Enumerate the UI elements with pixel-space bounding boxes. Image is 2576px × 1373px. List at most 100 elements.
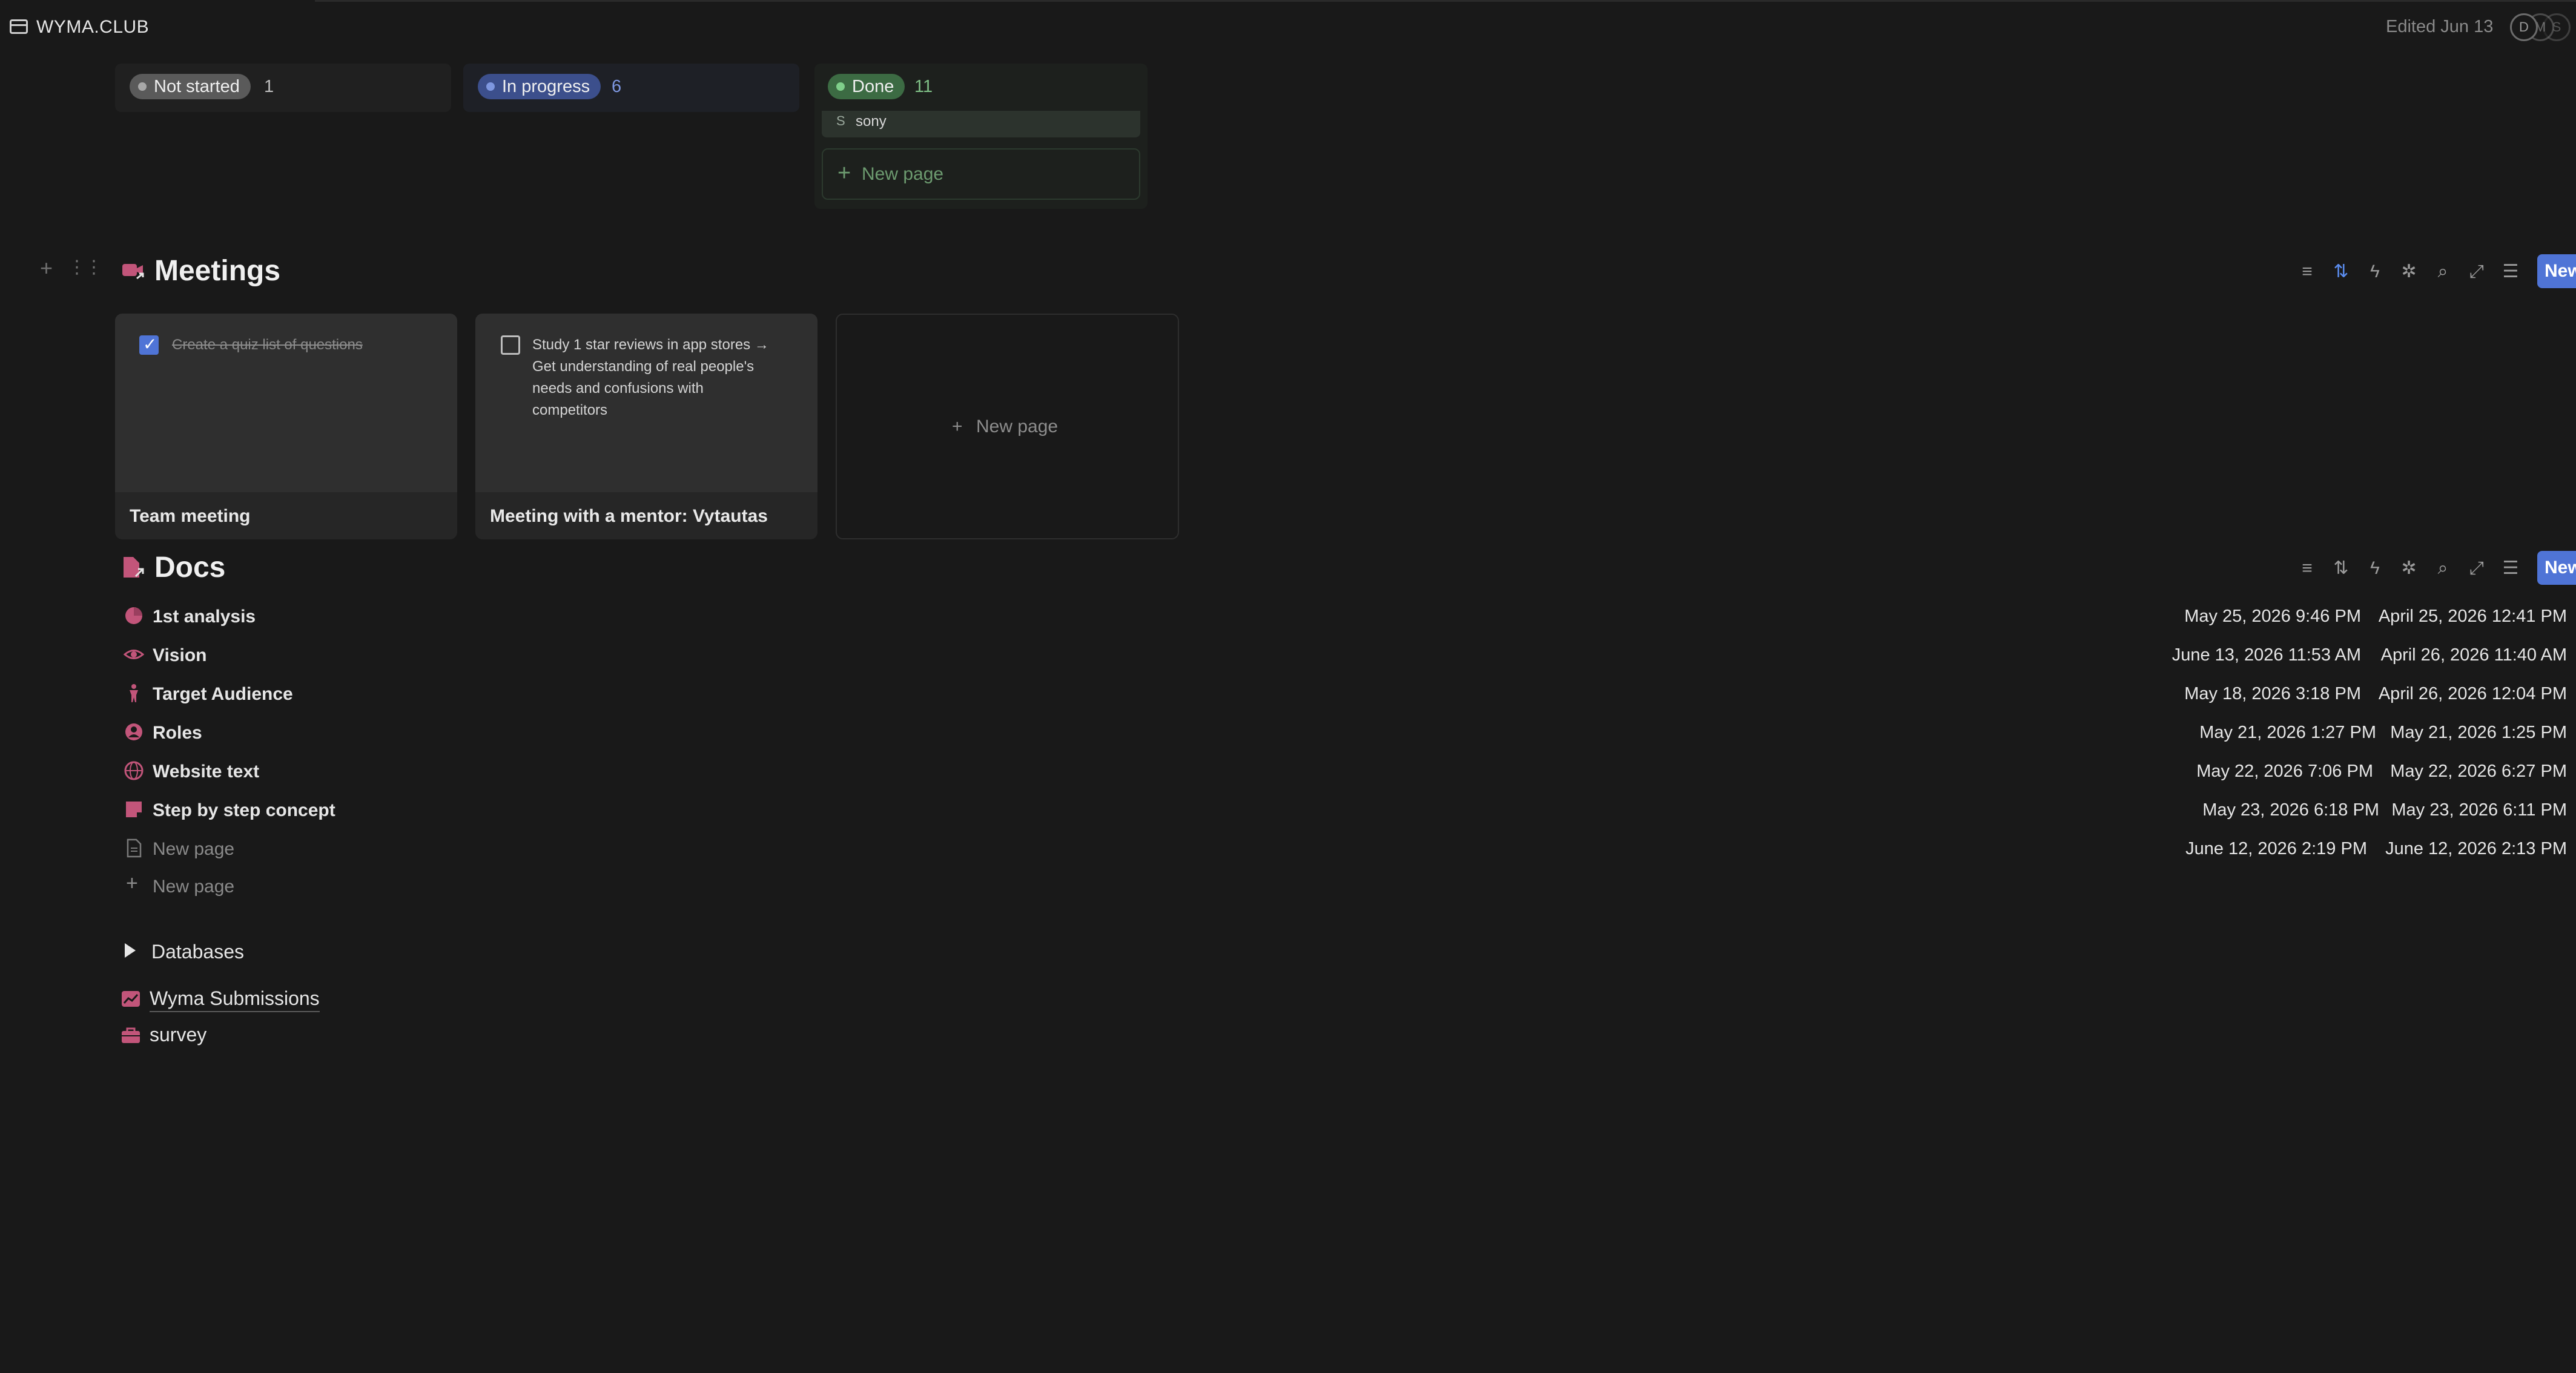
- add-new-label: New page: [153, 877, 235, 897]
- card-initial: S: [836, 113, 845, 128]
- status-pill[interactable]: In progress: [478, 74, 601, 99]
- avatar[interactable]: D: [2510, 13, 2538, 41]
- status-pill[interactable]: Not started: [130, 74, 251, 99]
- docs-toolbar: ≡ ⇅ ϟ ✲ ⌕ ⤢ ☰: [2295, 553, 2576, 584]
- checkmark-icon: ✓: [143, 335, 157, 354]
- expand-icon[interactable]: ⤢: [2465, 553, 2489, 584]
- globe-icon: [124, 761, 144, 780]
- row-created: May 23, 2026 6:11 PM: [2391, 800, 2567, 820]
- top-bar: WYMA.CLUB Edited Jun 13 D M S: [0, 0, 2576, 54]
- table-row[interactable]: Step by step concept May 23, 2026 6:18 P…: [121, 792, 2576, 828]
- page-link-label: survey: [150, 1024, 207, 1045]
- settings-icon[interactable]: ☰: [2498, 553, 2523, 584]
- row-edited: May 22, 2026 7:06 PM: [2196, 762, 2373, 781]
- add-new-row[interactable]: + New page: [121, 868, 2576, 904]
- table-row[interactable]: Website text May 22, 2026 7:06 PM May 22…: [121, 753, 2576, 789]
- table-row[interactable]: Target Audience May 18, 2026 3:18 PM Apr…: [121, 676, 2576, 712]
- card-title: Meeting with a mentor: Vytautas: [490, 506, 768, 526]
- gallery-card-mentor-meeting[interactable]: Study 1 star reviews in app stores → Get…: [475, 314, 817, 539]
- row-created: April 26, 2026 11:40 AM: [2380, 645, 2567, 665]
- row-title: Website text: [153, 762, 260, 782]
- row-edited: May 21, 2026 1:27 PM: [2199, 723, 2376, 742]
- plus-icon: +: [952, 417, 963, 436]
- page-link-label: Wyma Submissions: [150, 987, 320, 1012]
- edited-timestamp: Edited Jun 13: [2386, 17, 2494, 36]
- row-title: Target Audience: [153, 684, 293, 704]
- row-title: 1st analysis: [153, 607, 256, 627]
- status-count: 11: [914, 77, 933, 96]
- briefcase-icon: [122, 1027, 140, 1043]
- settings-icon[interactable]: ☰: [2498, 257, 2523, 287]
- video-camera-icon: [122, 264, 144, 280]
- filter-icon[interactable]: ≡: [2295, 257, 2319, 287]
- filter-icon[interactable]: ≡: [2295, 553, 2319, 584]
- board-column-in-progress: In progress 6: [463, 64, 799, 112]
- status-count: 1: [264, 77, 274, 96]
- person-icon: [130, 684, 138, 702]
- browser-window-icon: [10, 19, 28, 34]
- sparkle-icon[interactable]: ✲: [2397, 553, 2421, 584]
- search-icon[interactable]: ⌕: [2431, 257, 2455, 287]
- gallery-new-page[interactable]: + New page: [836, 314, 1179, 539]
- row-created: April 25, 2026 12:41 PM: [2378, 607, 2567, 626]
- sort-icon[interactable]: ⇅: [2329, 553, 2353, 584]
- checkbox-unchecked[interactable]: [501, 335, 520, 355]
- status-dot-icon: [836, 82, 845, 91]
- table-row[interactable]: Roles May 21, 2026 1:27 PM May 21, 2026 …: [121, 714, 2576, 751]
- sort-icon[interactable]: ⇅: [2329, 257, 2353, 287]
- card-title: sony: [856, 113, 887, 130]
- status-count: 6: [612, 77, 622, 96]
- todo-line: needs and confusions with: [532, 380, 704, 397]
- add-block-icon[interactable]: +: [40, 255, 53, 281]
- docs-new-button[interactable]: New: [2537, 551, 2576, 585]
- chart-icon: [122, 991, 140, 1007]
- meetings-title[interactable]: Meetings: [154, 254, 280, 288]
- docs-title[interactable]: Docs: [154, 551, 225, 584]
- status-dot-icon: [486, 82, 495, 91]
- todo-text: Study 1 star reviews in app stores → Get…: [532, 334, 769, 421]
- row-edited: May 25, 2026 9:46 PM: [2184, 607, 2361, 626]
- document-link-icon: [124, 557, 144, 578]
- board-card[interactable]: S sony: [822, 111, 1140, 137]
- status-pill[interactable]: Done: [828, 74, 905, 99]
- lightning-icon[interactable]: ϟ: [2363, 257, 2387, 287]
- row-created: May 22, 2026 6:27 PM: [2390, 762, 2567, 781]
- row-title: Step by step concept: [153, 800, 335, 820]
- new-page-label: New page: [976, 417, 1058, 436]
- row-edited: May 23, 2026 6:18 PM: [2202, 800, 2379, 820]
- drag-handle-icon[interactable]: ⋮⋮: [68, 257, 103, 278]
- gallery-card-team-meeting[interactable]: ✓ Create a quiz list of questions Team m…: [115, 314, 457, 539]
- table-row[interactable]: New page June 12, 2026 2:19 PM June 12, …: [121, 831, 2576, 867]
- meetings-toolbar: ≡ ⇅ ϟ ✲ ⌕ ⤢ ☰: [2295, 257, 2576, 287]
- row-created: May 21, 2026 1:25 PM: [2390, 723, 2567, 742]
- row-title: New page: [153, 839, 235, 859]
- note-icon: [126, 802, 142, 817]
- todo-line: Study 1 star reviews in app stores →: [532, 337, 769, 353]
- workspace-title[interactable]: WYMA.CLUB: [36, 17, 149, 38]
- row-created: April 26, 2026 12:04 PM: [2378, 684, 2567, 703]
- todo-text: Create a quiz list of questions: [172, 337, 363, 353]
- search-icon[interactable]: ⌕: [2431, 553, 2455, 584]
- new-page-button[interactable]: + New page: [822, 148, 1140, 200]
- checkbox-checked[interactable]: ✓: [139, 335, 159, 355]
- new-page-label: New page: [862, 164, 944, 184]
- status-label: Done: [852, 77, 894, 96]
- board-column-not-started: Not started 1: [115, 64, 451, 112]
- plus-icon: +: [837, 160, 851, 186]
- lightning-icon[interactable]: ϟ: [2363, 553, 2387, 584]
- table-row[interactable]: 1st analysis May 25, 2026 9:46 PM April …: [121, 598, 2576, 634]
- todo-line: competitors: [532, 402, 608, 418]
- eye-icon: [124, 650, 144, 659]
- expand-icon[interactable]: ⤢: [2465, 257, 2489, 287]
- row-edited: June 12, 2026 2:19 PM: [2185, 839, 2367, 858]
- row-edited: June 13, 2026 11:53 AM: [2171, 645, 2361, 665]
- user-circle-icon: [125, 723, 142, 740]
- table-row[interactable]: Vision June 13, 2026 11:53 AM April 26, …: [121, 637, 2576, 673]
- caret-right-icon: [125, 943, 136, 958]
- sparkle-icon[interactable]: ✲: [2397, 257, 2421, 287]
- todo-line: Get understanding of real people's: [532, 358, 755, 375]
- meetings-new-button[interactable]: New: [2537, 254, 2576, 288]
- pie-chart-icon: [125, 607, 142, 624]
- status-label: Not started: [154, 77, 240, 96]
- board-column-done: Done 11 S sony + New page: [814, 64, 1148, 209]
